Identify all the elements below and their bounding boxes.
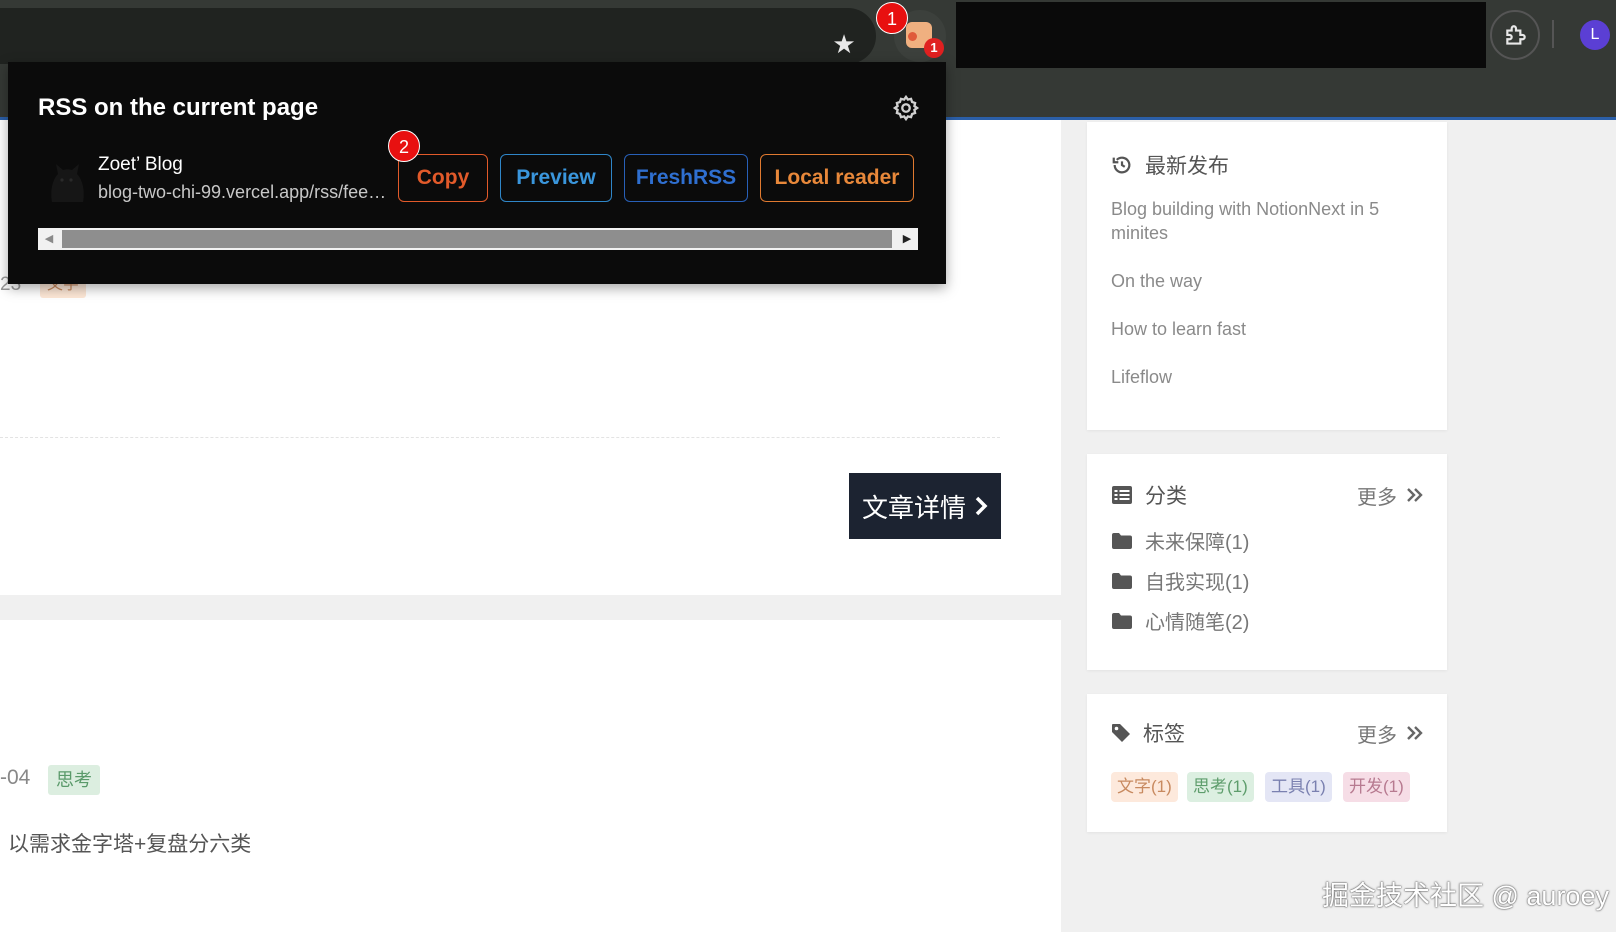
history-icon: [1112, 156, 1131, 174]
popup-title: RSS on the current page: [38, 94, 319, 121]
bookmark-star-icon[interactable]: ★: [826, 26, 862, 62]
redacted-area: [956, 2, 1486, 68]
tag-chip[interactable]: 开发(1): [1343, 772, 1410, 802]
folder-icon: [1112, 572, 1132, 589]
extensions-menu-button[interactable]: [1490, 10, 1540, 60]
recent-post-link[interactable]: Blog building with NotionNext in 5 minit…: [1111, 197, 1411, 245]
folder-icon: [1112, 532, 1132, 549]
post-tag[interactable]: 思考: [48, 765, 100, 795]
category-item[interactable]: 未来保障(1): [1111, 526, 1249, 555]
puzzle-icon: [1506, 25, 1526, 45]
tag-chip[interactable]: 文字(1): [1111, 772, 1178, 802]
preview-button[interactable]: Preview: [500, 154, 612, 202]
tag-chip[interactable]: 思考(1): [1187, 772, 1254, 802]
scrollbar-thumb[interactable]: [62, 230, 892, 248]
read-more-button[interactable]: 文章详情: [849, 473, 1001, 539]
tags-more-link[interactable]: 更多: [1357, 716, 1423, 750]
recent-post-link[interactable]: How to learn fast: [1111, 317, 1411, 341]
feed-cat-icon: [51, 164, 84, 202]
tags-card: 标签 更多 文字(1) 思考(1) 工具(1) 开发(1): [1087, 694, 1447, 832]
read-more-label: 文章详情: [861, 492, 966, 523]
post-divider: [0, 437, 1000, 438]
categories-title: 分类: [1145, 485, 1187, 508]
step-marker: 1: [876, 2, 908, 34]
categories-header: 分类: [1111, 478, 1187, 512]
category-label: 心情随笔(2): [1145, 612, 1250, 634]
recent-posts-card: 最新发布 Blog building with NotionNext in 5 …: [1087, 122, 1447, 430]
extension-count-badge: 1: [924, 38, 944, 58]
scroll-right-arrow-icon[interactable]: ▶: [896, 228, 918, 250]
category-label: 未来保障(1): [1145, 532, 1250, 554]
categories-more-link[interactable]: 更多: [1357, 478, 1423, 512]
post-card: [0, 620, 1061, 932]
recent-post-link[interactable]: On the way: [1111, 269, 1411, 293]
settings-gear-icon[interactable]: [892, 94, 920, 122]
address-bar[interactable]: ★: [0, 8, 876, 64]
recent-post-link[interactable]: Lifeflow: [1111, 365, 1411, 389]
feed-url: blog-two-chi-99.vercel.app/rss/feed.xml: [98, 182, 388, 202]
category-label: 自我实现(1): [1145, 572, 1250, 594]
category-item[interactable]: 心情随笔(2): [1111, 606, 1249, 635]
profile-avatar[interactable]: L: [1580, 20, 1610, 50]
more-label: 更多: [1357, 724, 1397, 747]
post-excerpt: 以需求金字塔+复盘分六类: [8, 833, 252, 856]
scroll-left-arrow-icon[interactable]: ◀: [38, 228, 60, 250]
category-item[interactable]: 自我实现(1): [1111, 566, 1249, 595]
local-reader-button[interactable]: Local reader: [760, 154, 914, 202]
categories-card: 分类 更多 未来保障(1) 自我实现(1) 心情随笔(2): [1087, 454, 1447, 670]
post-date: -04: [0, 766, 31, 789]
step-marker: 2: [388, 130, 420, 162]
rss-popup: RSS on the current page Zoet’ Blog blog-…: [8, 62, 946, 284]
tags-title: 标签: [1143, 723, 1185, 746]
double-chevron-right-icon: [1407, 726, 1423, 740]
more-label: 更多: [1357, 486, 1397, 509]
list-icon: [1112, 486, 1132, 504]
watermark: 掘金技术社区 @ auroey: [1322, 881, 1609, 911]
folder-icon: [1112, 612, 1132, 629]
tag-icon: [1112, 724, 1130, 742]
horizontal-scrollbar[interactable]: ◀ ▶: [38, 228, 918, 250]
recent-posts-header: 最新发布: [1111, 148, 1229, 182]
chevron-right-icon: [975, 496, 988, 516]
tags-header: 标签: [1111, 716, 1185, 750]
toolbar-divider: [1552, 20, 1554, 48]
freshrss-button[interactable]: FreshRSS: [624, 154, 748, 202]
copy-button[interactable]: Copy: [398, 154, 488, 202]
double-chevron-right-icon: [1407, 488, 1423, 502]
tag-chip[interactable]: 工具(1): [1265, 772, 1332, 802]
recent-posts-title: 最新发布: [1145, 155, 1229, 178]
feed-title: Zoet’ Blog: [98, 154, 183, 175]
